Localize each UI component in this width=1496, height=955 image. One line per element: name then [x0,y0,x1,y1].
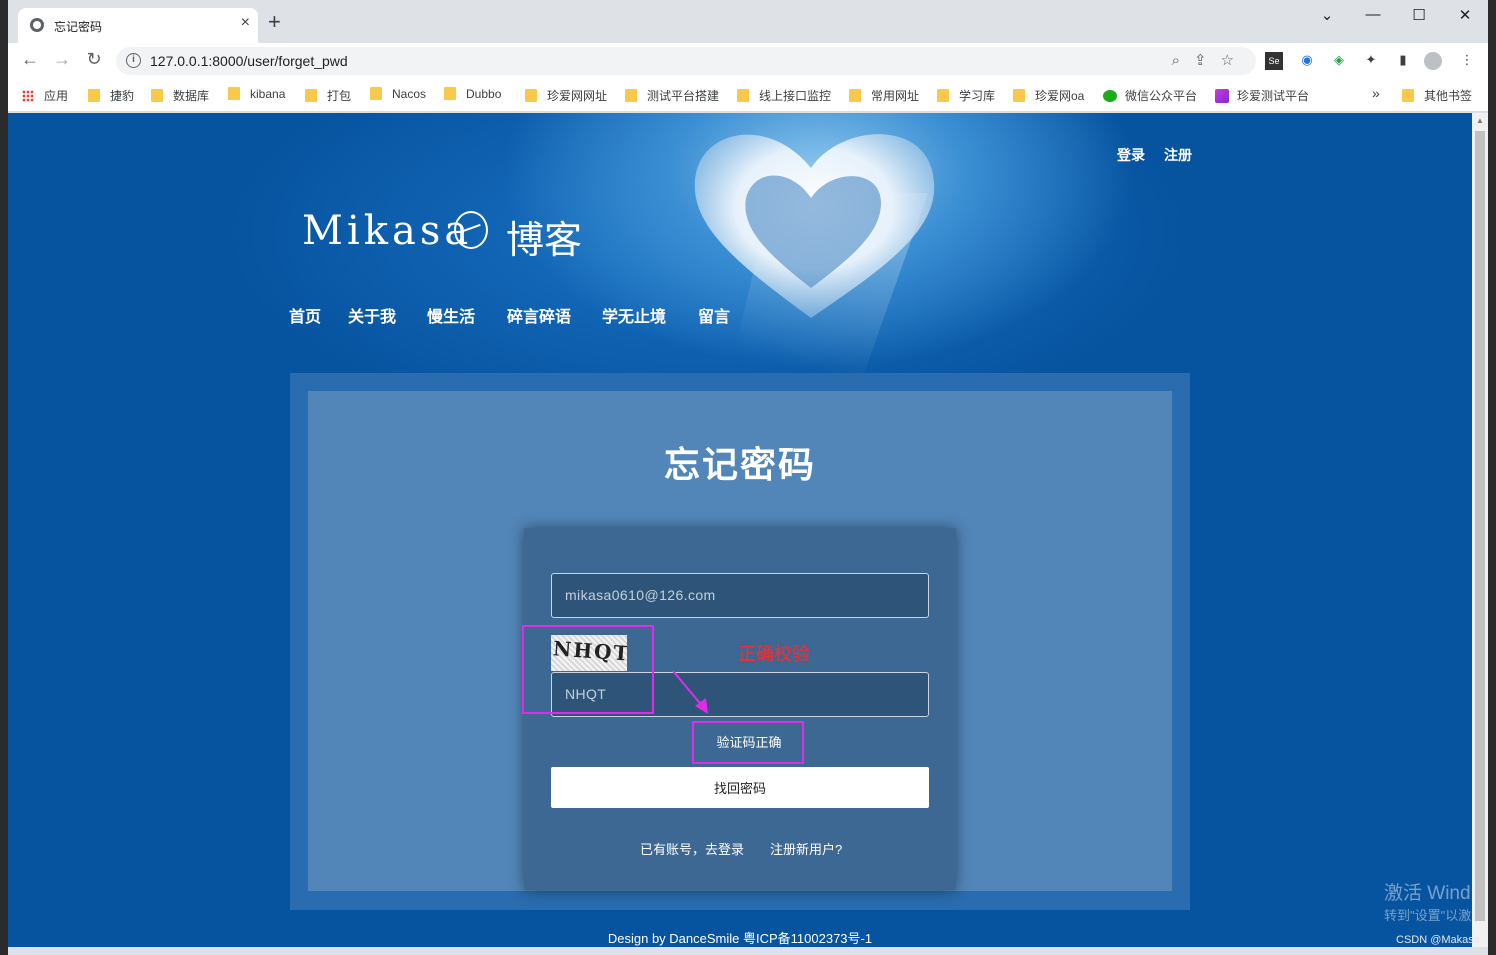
page-scrollbar[interactable]: ▲ [1472,113,1488,947]
annotation-box-captcha [522,625,654,714]
folder-icon [525,89,537,102]
register-new-user-link[interactable]: 注册新用户? [770,839,842,858]
bookmark-item[interactable]: 珍爱网网址 [525,87,607,104]
site-logo-cn: 博客 [506,218,583,262]
nav-about[interactable]: 关于我 [348,303,396,327]
new-tab-button[interactable]: + [268,11,281,33]
folder-icon [88,89,100,102]
folder-icon [151,89,163,102]
bookmarks-overflow-button[interactable]: » [1372,85,1380,101]
folder-icon [849,89,861,102]
tab-strip: 忘记密码 × + ⌄ — ☐ ✕ [8,0,1488,43]
extension-icon[interactable]: ◈ [1330,52,1348,70]
recover-password-button[interactable]: 找回密码 [551,767,929,808]
close-icon[interactable]: × [241,14,250,32]
bookmark-item[interactable]: 微信公众平台 [1103,87,1197,104]
bookmark-item[interactable]: 打包 [305,87,351,104]
reload-icon[interactable]: ↻ [82,49,106,70]
folder-icon [937,89,949,102]
folder-icon [444,87,456,100]
site-logo[interactable]: Mikasa [302,208,472,254]
annotation-arrow-icon [672,670,708,714]
scroll-up-icon[interactable]: ▲ [1476,116,1484,125]
folder-icon [1402,89,1414,102]
bookmark-item[interactable]: kibana [228,87,285,101]
profile-avatar-icon[interactable] [1424,52,1442,70]
kebab-menu-icon[interactable]: ⋮ [1458,52,1476,70]
puzzle-icon[interactable]: ✦ [1362,52,1380,70]
folder-icon [228,87,240,100]
other-bookmarks[interactable]: 其他书签 [1402,87,1472,104]
side-panel-icon[interactable]: ▮ [1394,52,1412,70]
url-text[interactable]: 127.0.0.1:8000/user/forget_pwd [150,53,348,69]
tab-title: 忘记密码 [54,20,103,34]
folder-icon [1013,89,1025,102]
register-link[interactable]: 注册 [1164,145,1192,165]
bookmark-item[interactable]: 珍爱网oa [1013,87,1084,104]
logo-mark-icon [454,211,488,249]
zhenai-icon [1215,89,1229,103]
activation-watermark: 激活 Wind [1384,883,1471,904]
apps-grid-icon [22,90,34,102]
email-field[interactable]: mikasa0610@126.com [551,573,929,618]
bookmark-item[interactable]: 珍爱测试平台 [1215,87,1309,104]
web-page: 登录 注册 Mikasa 博客 首页 关于我 慢生活 碎言碎语 学无止境 留言 … [8,113,1472,947]
window-close-button[interactable]: ✕ [1450,6,1480,24]
nav-guestbook[interactable]: 留言 [698,303,730,327]
back-arrow-icon[interactable]: ← [18,49,42,70]
folder-icon [625,89,637,102]
nav-learning[interactable]: 学无止境 [602,303,666,327]
info-icon[interactable]: i [126,53,141,68]
bookmark-item[interactable]: 数据库 [151,87,209,104]
nav-home[interactable]: 首页 [289,303,321,327]
footer-text: Design by DanceSmile 粤ICP备11002373号-1 [607,931,873,946]
csdn-watermark: CSDN @Makasa [1396,934,1480,946]
folder-icon [370,87,382,100]
toolbar: ← → ↻ i 127.0.0.1:8000/user/forget_pwd ⌕… [8,43,1488,79]
folder-icon [305,89,317,102]
bookmark-item[interactable]: 常用网址 [849,87,919,104]
bookmark-item[interactable]: Nacos [370,87,426,101]
minimize-button[interactable]: — [1358,6,1388,23]
forward-arrow-icon[interactable]: → [50,49,74,70]
bookmarks-bar: 应用 捷豹 数据库 kibana 打包 Nacos Dubbo 珍爱网网址 测试… [8,79,1488,112]
bookmark-apps[interactable]: 应用 [22,87,68,104]
bookmark-item[interactable]: 学习库 [937,87,995,104]
scroll-thumb[interactable] [1475,131,1485,921]
selenium-extension-icon[interactable]: Se [1265,52,1283,70]
login-link[interactable]: 登录 [1117,145,1145,165]
wechat-icon [1103,90,1117,102]
bookmark-item[interactable]: 线上接口监控 [737,87,831,104]
maximize-button[interactable]: ☐ [1404,6,1434,24]
bookmark-item[interactable]: 测试平台搭建 [625,87,719,104]
active-tab[interactable]: 忘记密码 × [18,8,258,43]
go-login-link[interactable]: 已有账号，去登录 [640,839,744,858]
heart-cloud-image [694,134,935,318]
omnibox-actions[interactable]: ⌕⇪☆ [1172,51,1248,69]
folder-icon [737,89,749,102]
bookmark-item[interactable]: Dubbo [444,87,501,101]
bookmark-item[interactable]: 捷豹 [88,87,134,104]
globe-icon [30,18,44,32]
browser-window: 忘记密码 × + ⌄ — ☐ ✕ ← → ↻ i 127.0.0.1:8000/… [8,0,1488,955]
translate-extension-icon[interactable]: ◉ [1298,52,1316,70]
annotation-box-message [692,721,804,764]
address-bar[interactable]: i 127.0.0.1:8000/user/forget_pwd ⌕⇪☆ [116,47,1256,75]
chevron-down-icon[interactable]: ⌄ [1312,6,1342,24]
nav-notes[interactable]: 碎言碎语 [507,303,571,327]
activation-watermark-sub: 转到"设置"以激 [1384,908,1472,923]
nav-slow-life[interactable]: 慢生活 [427,303,475,327]
page-title: 忘记密码 [663,444,816,485]
annotation-label: 正确校验 [738,644,810,664]
